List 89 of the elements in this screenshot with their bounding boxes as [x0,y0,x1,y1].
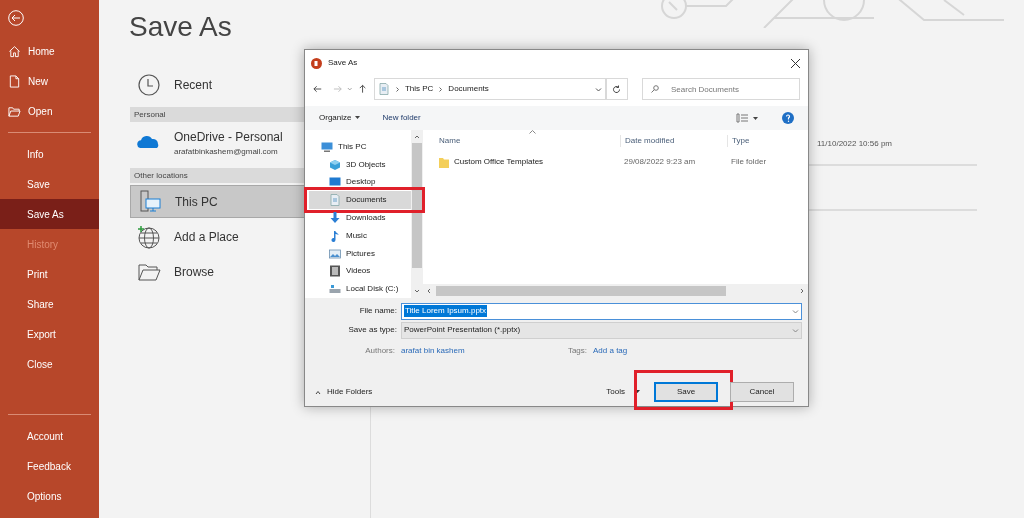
music-note-icon [329,229,341,242]
sidebar-item[interactable]: New [0,66,99,96]
film-icon [329,265,341,278]
folder-tree-item[interactable]: Videos [329,262,411,281]
drive-icon [329,283,341,296]
computer-icon [138,189,162,214]
file-name[interactable]: Custom Office Templates [454,156,544,168]
refresh-button[interactable] [605,78,628,100]
organize-button[interactable]: Organize [319,112,361,124]
page-title: Save As [129,10,232,44]
field-label: File name: [358,305,398,317]
sidebar-item[interactable]: Close [0,349,99,379]
breadcrumb[interactable]: This PC [404,83,434,95]
cancel-button[interactable]: Cancel [730,382,794,402]
new-folder-button[interactable]: New folder [382,112,421,124]
folder-tree-item[interactable]: Documents [309,191,411,210]
modified-date: 11/10/2022 10:56 pm [817,138,893,150]
caret-icon [355,116,361,120]
folder-tree-item[interactable]: Music [329,226,411,245]
sidebar-item[interactable]: Share [0,289,99,319]
cube-icon [329,158,341,171]
dialog-title: Save As [328,57,358,69]
download-icon [329,212,341,224]
scrollbar-thumb[interactable] [436,286,726,296]
sidebar-item[interactable]: Account [0,421,99,451]
chevron-right-icon [799,288,805,294]
column-header[interactable]: Name [423,135,620,147]
refresh-icon [612,84,622,94]
column-header[interactable]: Type [727,135,750,147]
sidebar-item[interactable]: Info [0,139,99,169]
clock-icon [137,72,161,97]
chevron-up-icon [315,389,321,395]
tools-button[interactable]: Tools [606,386,640,398]
home-icon [8,44,21,58]
sidebar-item[interactable]: Export [0,319,99,349]
tags-link[interactable]: Add a tag [593,345,628,357]
chevron-up-icon [414,134,420,140]
chevron-down-icon [414,288,420,294]
folder-tree-item[interactable]: Local Disk (C:) [329,280,411,299]
chevron-down-icon [792,307,799,315]
close-button[interactable] [788,56,802,70]
scrollbar-thumb[interactable] [412,143,422,268]
folder-tree-item[interactable]: This PC [321,138,411,156]
document-icon [329,194,341,207]
folder-icon [439,156,449,168]
globe-icon [137,224,161,249]
help-icon[interactable] [782,112,794,124]
chevron-right-icon [438,86,444,92]
chevron-right-icon [394,86,400,92]
search-icon [651,85,659,93]
back-arrow-icon[interactable] [313,84,323,94]
field-label: Tags: [566,345,588,357]
chevron-down-icon [792,326,799,334]
chevron-down-icon[interactable] [594,85,602,93]
sidebar-item[interactable]: Print [0,259,99,289]
view-options-icon[interactable] [736,113,760,123]
file-name-field[interactable]: Title Lorem Ipsum.pptx [401,302,802,320]
back-button[interactable] [6,8,26,28]
monitor-icon [321,140,333,153]
file-type: File folder [730,156,767,168]
sidebar-item[interactable]: Feedback [0,451,99,481]
sidebar-item[interactable]: Options [0,481,99,511]
file-type-select[interactable]: PowerPoint Presentation (*.pptx) [401,321,802,339]
sidebar-item[interactable]: Save [0,169,99,199]
chevron-left-icon [426,288,432,294]
column-header[interactable]: Date modified [620,135,727,147]
sidebar-item[interactable]: Home [0,36,99,66]
location-item[interactable]: Recent [130,68,370,101]
address-bar[interactable]: This PC Documents [373,78,606,100]
hide-folders-button[interactable]: Hide Folders [311,386,373,398]
save-button[interactable]: Save [654,382,718,402]
sidebar-item[interactable]: Save As [0,199,99,229]
folder-icon [8,104,21,118]
document-icon [377,83,390,95]
search-field[interactable]: Search Documents [642,78,800,100]
powerpoint-icon [311,57,322,69]
up-arrow-icon[interactable] [357,84,367,94]
field-label: Save as type: [347,324,398,336]
folder-tree-item[interactable]: Pictures [329,244,411,263]
caret-icon [635,390,640,394]
document-icon [8,74,21,88]
breadcrumb[interactable]: Documents [448,83,489,95]
close-icon [790,58,800,68]
monitor-icon [329,176,341,189]
file-date: 29/08/2022 9:23 am [623,156,697,168]
picture-icon [329,247,341,260]
sidebar-item[interactable]: Open [0,96,99,126]
authors-link[interactable]: arafat bin kashem [401,345,531,357]
field-label: Authors: [364,345,396,357]
